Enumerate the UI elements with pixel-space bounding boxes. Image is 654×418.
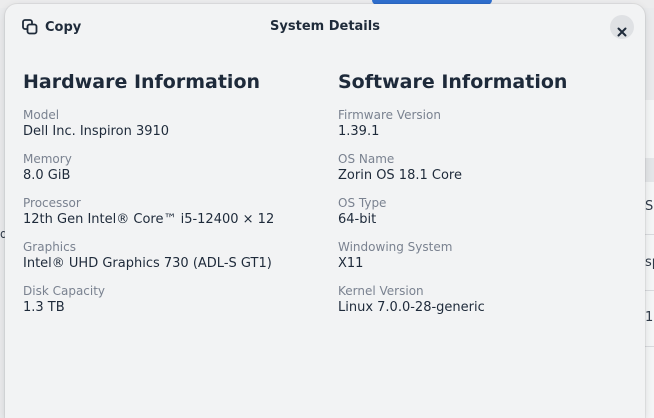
background-text-fragment: sp: [645, 255, 654, 270]
info-value: Intel® UHD Graphics 730 (ADL-S GT1): [23, 256, 272, 271]
close-icon: [617, 22, 627, 37]
background-divider: [645, 346, 654, 347]
info-label: Windowing System: [338, 240, 453, 254]
info-label: OS Type: [338, 196, 387, 210]
background-text-fragment: S: [645, 199, 654, 214]
info-row-processor: Processor 12th Gen Intel® Core™ i5-12400…: [23, 194, 323, 238]
info-row-os-type: OS Type 64-bit: [338, 194, 638, 238]
info-label: OS Name: [338, 152, 395, 166]
info-value: 64-bit: [338, 212, 377, 227]
background-divider: [645, 290, 654, 291]
info-label: Memory: [23, 152, 72, 166]
info-row-windowing-system: Windowing System X11: [338, 238, 638, 282]
info-row-firmware-version: Firmware Version 1.39.1: [338, 106, 638, 150]
copy-icon: [21, 18, 39, 36]
hardware-section: Hardware Information Model Dell Inc. Ins…: [23, 70, 323, 326]
info-label: Disk Capacity: [23, 284, 106, 298]
info-label: Model: [23, 108, 60, 122]
info-row-os-name: OS Name Zorin OS 18.1 Core: [338, 150, 638, 194]
copy-button[interactable]: Copy: [15, 14, 87, 40]
info-row-disk-capacity: Disk Capacity 1.3 TB: [23, 282, 323, 326]
info-value: 12th Gen Intel® Core™ i5-12400 × 12: [23, 212, 275, 227]
system-details-dialog: System Details Copy Hardware Information: [5, 4, 645, 418]
hardware-section-title: Hardware Information: [23, 71, 261, 93]
info-row-graphics: Graphics Intel® UHD Graphics 730 (ADL-S …: [23, 238, 323, 282]
info-value: Dell Inc. Inspiron 3910: [23, 124, 170, 139]
background-divider: [645, 234, 654, 235]
info-label: Processor: [23, 196, 81, 210]
info-row-kernel-version: Kernel Version Linux 7.0.0-28-generic: [338, 282, 638, 326]
info-value: X11: [338, 256, 364, 271]
info-value: 1.3 TB: [23, 300, 65, 315]
background-text-fragment: 12: [645, 310, 654, 325]
dialog-title: System Details: [270, 19, 380, 34]
info-label: Kernel Version: [338, 284, 424, 298]
software-section: Software Information Firmware Version 1.…: [338, 70, 638, 326]
info-row-model: Model Dell Inc. Inspiron 3910: [23, 106, 323, 150]
background-table-header: [645, 158, 654, 182]
info-row-memory: Memory 8.0 GiB: [23, 150, 323, 194]
info-value: Zorin OS 18.1 Core: [338, 168, 462, 183]
info-label: Firmware Version: [338, 108, 441, 122]
close-button[interactable]: [610, 15, 634, 39]
info-value: 1.39.1: [338, 124, 380, 139]
info-value: 8.0 GiB: [23, 168, 71, 183]
info-value: Linux 7.0.0-28-generic: [338, 300, 485, 315]
dialog-headerbar: System Details Copy: [5, 4, 645, 50]
software-section-title: Software Information: [338, 71, 568, 93]
info-label: Graphics: [23, 240, 76, 254]
copy-button-label: Copy: [45, 19, 82, 35]
